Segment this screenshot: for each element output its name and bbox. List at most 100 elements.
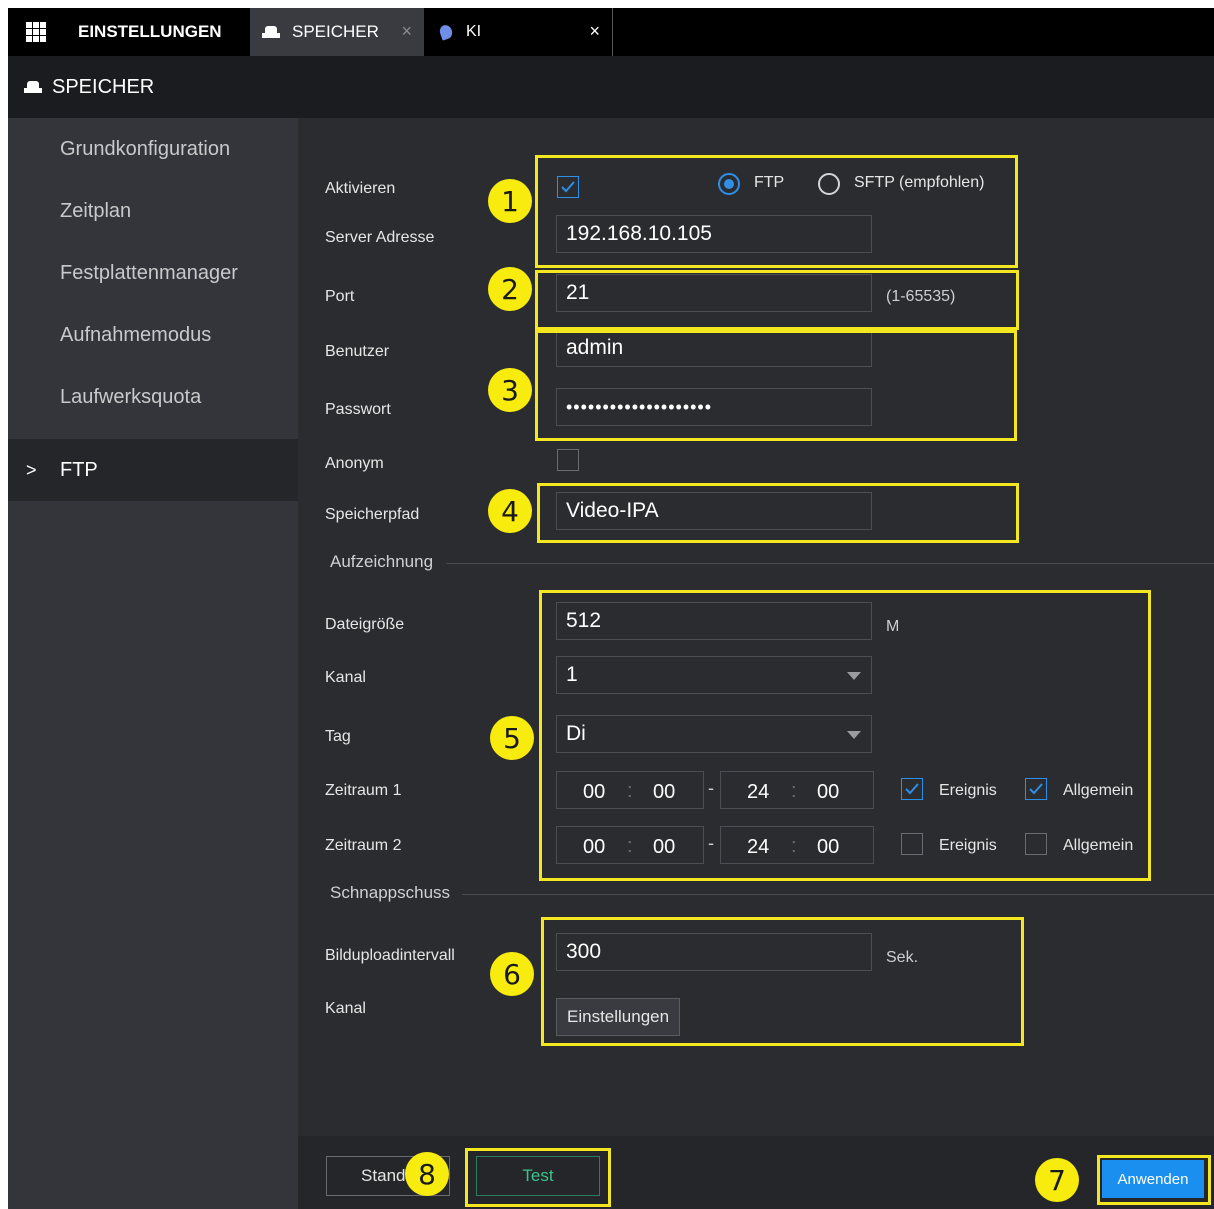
period-1-general-label: Allgemein [1063, 782, 1134, 799]
ftp-radio[interactable] [718, 173, 740, 195]
apply-button[interactable]: Anwenden [1102, 1160, 1204, 1198]
hour-value: 24 [747, 836, 770, 858]
upload-interval-unit: Sek. [886, 949, 919, 966]
channel-select-value: 1 [566, 663, 578, 686]
minute-value: 00 [817, 781, 840, 803]
sidebar-item-festplattenmanager[interactable]: Festplattenmanager [8, 242, 298, 304]
anonymous-checkbox[interactable] [557, 449, 579, 471]
snapshot-channel-label: Kanal [325, 1000, 366, 1017]
page-title: SPEICHER [52, 75, 155, 98]
period-2-general-label: Allgemein [1063, 837, 1134, 854]
annotation-badge-6: 6 [490, 952, 534, 996]
tab-storage[interactable]: SPEICHER × [250, 8, 424, 56]
period-2-event-label: Ereignis [939, 837, 997, 854]
sidebar-item-ftp[interactable]: > FTP [8, 439, 298, 501]
enable-checkbox[interactable] [557, 176, 579, 198]
channel-label: Kanal [325, 669, 366, 686]
password-input[interactable]: •••••••••••••••••••• [556, 388, 872, 426]
time-range-dash: - [708, 833, 714, 853]
annotation-badge-7: 7 [1035, 1158, 1079, 1202]
minute-value: 00 [653, 781, 676, 803]
sftp-radio[interactable] [818, 173, 840, 195]
day-select-value: Di [566, 722, 586, 745]
test-button[interactable]: Test [476, 1156, 600, 1196]
port-range-hint: (1-65535) [886, 288, 956, 305]
section-title: Schnappschuss [330, 883, 451, 902]
sidebar-item-label: Zeitplan [60, 199, 132, 222]
period-2-end-time[interactable]: 24 : 00 [720, 826, 874, 864]
close-icon[interactable]: × [589, 21, 600, 42]
page-header: SPEICHER [8, 56, 1214, 118]
section-title: Aufzeichnung [330, 552, 434, 571]
port-label: Port [325, 288, 355, 305]
tab-settings[interactable]: EINSTELLUNGEN [8, 8, 250, 56]
time-range-dash: - [708, 778, 714, 798]
grid-menu-icon[interactable] [26, 22, 46, 42]
period-2-label: Zeitraum 2 [325, 837, 402, 854]
period-2-start-time[interactable]: 00 : 00 [556, 826, 704, 864]
annotation-badge-3: 3 [488, 368, 532, 412]
sftp-radio-label: SFTP (empfohlen) [854, 174, 985, 191]
time-separator: : [627, 835, 633, 857]
period-1-end-time[interactable]: 24 : 00 [720, 771, 874, 809]
sidebar-item-label: FTP [60, 458, 98, 481]
chevron-down-icon [847, 672, 861, 680]
tab-settings-label: EINSTELLUNGEN [78, 22, 222, 41]
period-1-start-time[interactable]: 00 : 00 [556, 771, 704, 809]
annotation-badge-2: 2 [488, 267, 532, 311]
storage-path-label: Speicherpfad [325, 506, 420, 523]
sidebar-item-grundkonfiguration[interactable]: Grundkonfiguration [8, 118, 298, 180]
period-1-event-label: Ereignis [939, 782, 997, 799]
annotation-badge-5: 5 [490, 716, 534, 760]
ftp-radio-label: FTP [754, 174, 785, 191]
section-divider [462, 894, 1214, 895]
enable-label: Aktivieren [325, 180, 396, 197]
time-separator: : [627, 780, 633, 802]
annotation-badge-4: 4 [488, 489, 532, 533]
period-1-general-checkbox[interactable] [1025, 778, 1047, 800]
time-separator: : [791, 835, 797, 857]
filesize-input[interactable]: 512 [556, 602, 872, 640]
minute-value: 00 [653, 836, 676, 858]
server-address-label: Server Adresse [325, 229, 435, 246]
upload-interval-label: Bilduploadintervall [325, 947, 455, 964]
sidebar-item-zeitplan[interactable]: Zeitplan [8, 180, 298, 242]
filesize-unit: M [886, 618, 900, 635]
sidebar-item-aufnahmemodus[interactable]: Aufnahmemodus [8, 304, 298, 366]
port-input[interactable]: 21 [556, 274, 872, 312]
chevron-down-icon [847, 731, 861, 739]
tab-bar: EINSTELLUNGEN SPEICHER × KI × [8, 8, 1214, 56]
time-separator: : [791, 780, 797, 802]
sidebar-item-laufwerksquota[interactable]: Laufwerksquota [8, 366, 298, 428]
password-label: Passwort [325, 401, 391, 418]
sidebar-item-label: Grundkonfiguration [60, 137, 231, 160]
close-icon[interactable]: × [401, 21, 412, 42]
period-2-general-checkbox[interactable] [1025, 833, 1047, 855]
tab-storage-label: SPEICHER [292, 22, 379, 41]
hour-value: 00 [583, 836, 606, 858]
user-input[interactable]: admin [556, 329, 872, 367]
ftp-settings-panel: Aktivieren FTP SFTP (empfohlen) Server A… [298, 118, 1214, 1136]
annotation-badge-1: 1 [488, 179, 532, 223]
annotation-badge-8: 8 [405, 1152, 449, 1196]
period-1-event-checkbox[interactable] [901, 778, 923, 800]
sidebar-item-label: Aufnahmemodus [60, 323, 212, 346]
upload-interval-input[interactable]: 300 [556, 933, 872, 971]
ai-icon [437, 23, 455, 41]
hard-drive-icon [24, 81, 42, 93]
section-divider [446, 563, 1214, 564]
tab-ki-label: KI [466, 23, 482, 40]
chevron-right-icon: > [26, 459, 37, 480]
storage-path-input[interactable]: Video-IPA [556, 492, 872, 530]
hour-value: 24 [747, 781, 770, 803]
day-select[interactable]: Di [556, 715, 872, 753]
anonymous-label: Anonym [325, 455, 384, 472]
channel-settings-button[interactable]: Einstellungen [556, 998, 681, 1036]
tab-ki[interactable]: KI × [424, 8, 613, 56]
server-address-input[interactable]: 192.168.10.105 [556, 215, 872, 253]
channel-select[interactable]: 1 [556, 656, 872, 694]
sidebar: Grundkonfiguration Zeitplan Festplattenm… [8, 118, 298, 1209]
app-window: EINSTELLUNGEN SPEICHER × KI × SPEICHER G… [8, 8, 1214, 1209]
sidebar-item-label: Laufwerksquota [60, 385, 202, 408]
period-2-event-checkbox[interactable] [901, 833, 923, 855]
